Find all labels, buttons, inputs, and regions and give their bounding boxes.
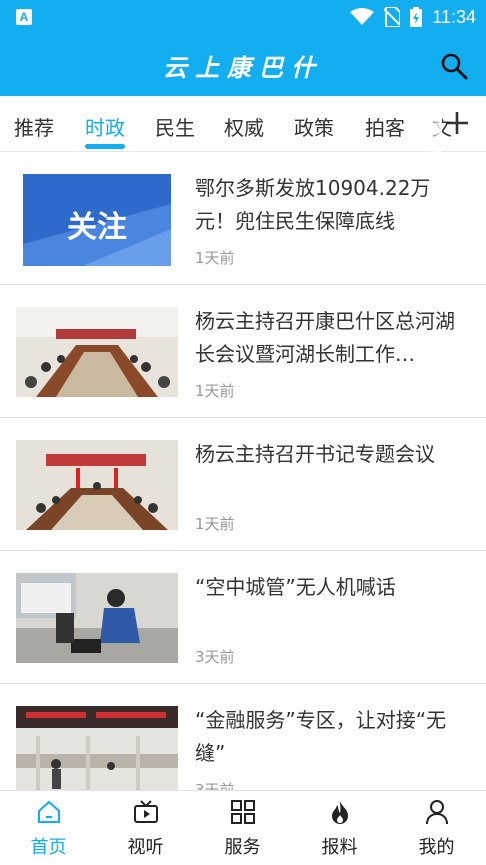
- news-time: 1天前: [195, 382, 235, 400]
- nav-label: 首页: [30, 837, 67, 858]
- app-notification-icon: A: [16, 9, 32, 25]
- status-icons: 11:34: [350, 0, 476, 34]
- add-channel-icon[interactable]: [444, 110, 470, 136]
- drone-officer-photo: [16, 573, 178, 663]
- tabs-fade: [426, 96, 442, 152]
- active-tab-indicator: [85, 144, 125, 149]
- news-headline: 杨云主持召开康巴什区总河湖长会议暨河湖长制工作…: [195, 309, 455, 366]
- news-thumbnail: 关注: [23, 174, 171, 266]
- news-item[interactable]: 关注 鄂尔多斯发放10904.22万元！兜住民生保障底线 1天前: [0, 152, 486, 285]
- nav-label: 视听: [127, 837, 164, 858]
- news-time: 1天前: [195, 249, 235, 267]
- nav-services[interactable]: 服务: [194, 791, 291, 865]
- category-tabs: 推荐 时政 民生 权威 政策 拍客 文: [0, 96, 486, 152]
- search-icon[interactable]: [440, 52, 468, 80]
- news-item[interactable]: “空中城管”无人机喊话 3天前: [0, 551, 486, 684]
- tab-recommend[interactable]: 推荐: [14, 112, 54, 141]
- tab-politics[interactable]: 时政: [85, 112, 125, 141]
- news-headline: “空中城管”无人机喊话: [195, 575, 396, 599]
- grid-icon: [231, 800, 255, 824]
- tab-livelihood[interactable]: 民生: [155, 112, 195, 141]
- app-title: 云上康巴什: [163, 53, 323, 82]
- nav-home[interactable]: 首页: [0, 791, 97, 865]
- tab-policy[interactable]: 政策: [294, 112, 334, 141]
- tab-reporter[interactable]: 拍客: [365, 112, 405, 141]
- news-headline: “金融服务”专区，让对接“无缝”: [195, 708, 447, 765]
- news-time: 3天前: [195, 648, 235, 666]
- nav-label: 我的: [418, 837, 455, 858]
- user-icon: [426, 800, 448, 825]
- home-icon: [38, 800, 60, 823]
- flame-icon: [332, 801, 348, 824]
- battery-icon: [410, 7, 423, 27]
- meeting-photo: [16, 440, 178, 530]
- app-header: 云上康巴什: [0, 34, 486, 96]
- news-time: 1天前: [195, 515, 235, 533]
- news-thumbnail: [16, 573, 178, 663]
- tab-authority[interactable]: 权威: [224, 112, 264, 141]
- no-sim-icon: [384, 7, 401, 27]
- news-thumbnail: [16, 307, 178, 397]
- nav-report[interactable]: 报料: [291, 791, 388, 865]
- nav-label: 服务: [224, 837, 261, 858]
- news-headline: 鄂尔多斯发放10904.22万元！兜住民生保障底线: [195, 176, 431, 233]
- news-thumbnail: [16, 440, 178, 530]
- nav-label: 报料: [321, 837, 358, 858]
- video-icon: [134, 800, 158, 823]
- status-bar: A 11:34: [0, 0, 486, 34]
- news-item[interactable]: 杨云主持召开书记专题会议 1天前: [0, 418, 486, 551]
- clock: 11:34: [432, 6, 476, 27]
- news-item[interactable]: 杨云主持召开康巴什区总河湖长会议暨河湖长制工作… 1天前: [0, 285, 486, 418]
- wifi-icon: [350, 8, 375, 25]
- service-hall-photo: [16, 706, 178, 796]
- meeting-photo: [16, 307, 178, 397]
- news-headline: 杨云主持召开书记专题会议: [195, 442, 435, 466]
- nav-profile[interactable]: 我的: [388, 791, 485, 865]
- nav-video[interactable]: 视听: [97, 791, 194, 865]
- thumbnail-caption: 关注: [67, 210, 127, 245]
- bottom-nav: 首页 视听 服务 报料 我的: [0, 790, 486, 864]
- news-thumbnail: [16, 706, 178, 796]
